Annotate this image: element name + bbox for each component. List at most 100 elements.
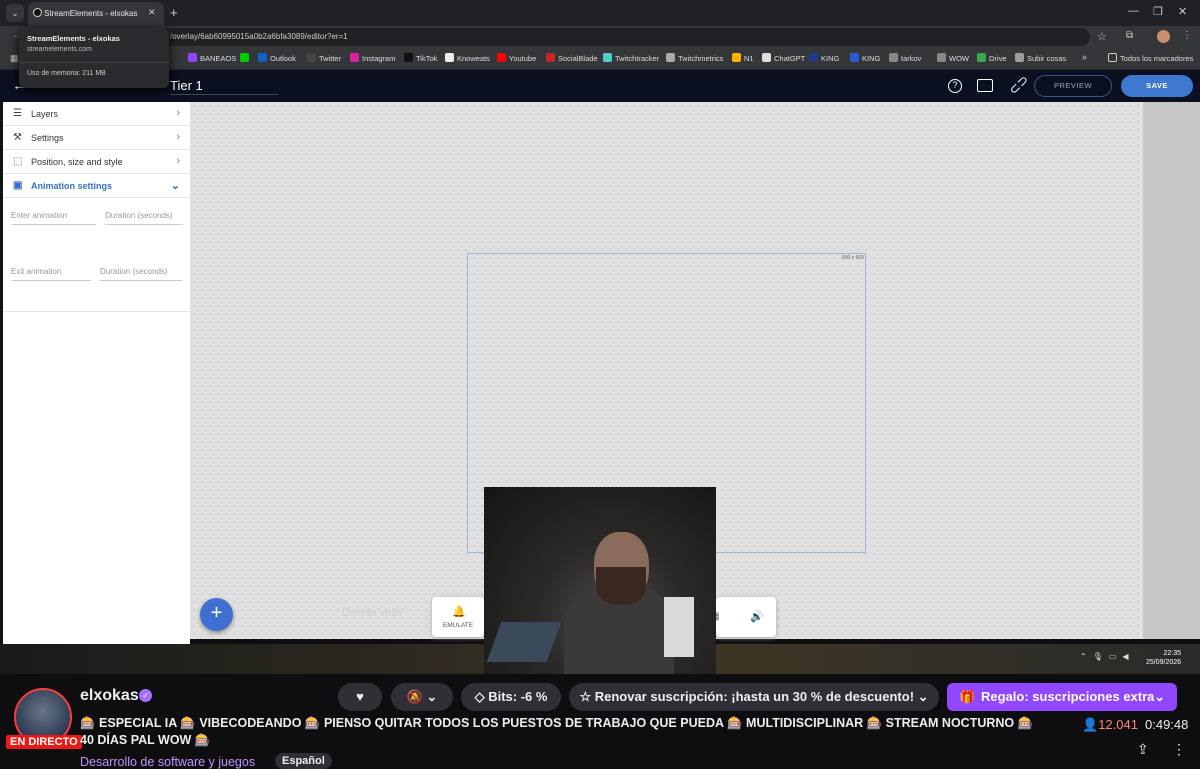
profile-avatar[interactable]: [1157, 30, 1170, 43]
bits-button[interactable]: ◇ Bits: -6 %: [461, 683, 561, 711]
tab-hover-card: StreamElements - elxokas streamelements.…: [19, 28, 169, 88]
bookmark-item[interactable]: BANEAOS: [188, 52, 236, 66]
webcam-person-beard: [596, 567, 646, 605]
bookmark-item[interactable]: Twitchmetrics: [666, 52, 723, 66]
exit-duration-label: Duration (seconds): [100, 267, 168, 276]
bookmark-label: Outlook: [270, 54, 296, 63]
bookmark-item[interactable]: Drive: [977, 52, 1007, 66]
chevron-down-icon: ⌄: [914, 689, 929, 704]
resubscribe-button[interactable]: ☆ Renovar suscripción: ¡hasta un 30 % de…: [569, 683, 939, 711]
language-tag[interactable]: Español: [275, 753, 332, 769]
url-field[interactable]: /overlay/6ab60995015a0b2a6bfa3089/editor…: [130, 28, 1090, 46]
bookmark-item[interactable]: N1: [732, 52, 754, 66]
bookmark-item[interactable]: tarkov: [889, 52, 921, 66]
tab-search-button[interactable]: ⌄: [6, 4, 24, 22]
bookmark-item[interactable]: KING: [850, 52, 880, 66]
minimize-window-button[interactable]: —: [1128, 5, 1139, 17]
chevron-down-icon: ⌄: [1154, 689, 1165, 704]
sidebar-item-position[interactable]: ⬚ Position, size and style ›: [3, 150, 190, 174]
bookmark-favicon-icon: [188, 53, 197, 62]
preview-button[interactable]: PREVIEW: [1034, 75, 1112, 97]
resize-icon: ⬚: [13, 156, 23, 167]
sidebar-item-layers[interactable]: ☰ Layers ›: [3, 102, 190, 126]
bookmark-star-icon[interactable]: ☆: [1097, 30, 1107, 43]
bookmark-item[interactable]: TikTok: [404, 52, 437, 66]
close-window-button[interactable]: ✕: [1178, 5, 1187, 18]
bookmark-favicon-icon: [937, 53, 946, 62]
bookmark-item[interactable]: Subir cosas: [1015, 52, 1066, 66]
gift-icon: 🎁: [959, 689, 976, 704]
stream-category[interactable]: Desarrollo de software y juegos: [80, 755, 255, 769]
save-button[interactable]: SAVE: [1121, 75, 1193, 97]
bookmark-item[interactable]: Outlook: [258, 52, 296, 66]
enter-animation-select[interactable]: Enter animation▼: [11, 211, 96, 225]
mic-icon[interactable]: 🎙: [1093, 652, 1109, 661]
follow-heart-button[interactable]: ♥: [338, 683, 382, 711]
bookmark-label: N1: [744, 54, 754, 63]
sidebar-item-settings[interactable]: ⚒ Settings ›: [3, 126, 190, 150]
webcam-background-object: [664, 597, 694, 657]
heart-icon: ♥: [356, 689, 364, 704]
overlay-title-input[interactable]: Tier 1: [170, 78, 278, 95]
bookmark-label: KING: [821, 54, 840, 63]
bookmark-item[interactable]: ChatGPT: [762, 52, 805, 66]
verified-icon: ✓: [139, 689, 152, 702]
bell-off-icon: 🔕: [406, 689, 423, 704]
bookmark-item[interactable]: SocialBlade: [546, 52, 598, 66]
resub-label: Renovar suscripción: ¡hasta un 30 % de d…: [594, 689, 915, 704]
bookmark-item[interactable]: Instagram: [350, 52, 395, 66]
bookmark-item[interactable]: Youtube: [497, 52, 536, 66]
more-options-icon[interactable]: ⋮: [1172, 741, 1186, 758]
more-bookmarks-icon[interactable]: »: [1082, 52, 1087, 62]
exit-animation-select[interactable]: Exit animation▼: [11, 267, 91, 281]
enter-duration-input[interactable]: Duration (seconds): [105, 211, 183, 225]
share-icon[interactable]: ⇪: [1137, 741, 1149, 758]
extensions-icon[interactable]: ⧉: [1126, 30, 1133, 41]
widget-store-icon[interactable]: [977, 79, 993, 92]
bookmark-item[interactable]: Twitter: [307, 52, 341, 66]
maximize-window-button[interactable]: ❐: [1153, 5, 1163, 18]
bookmark-label: BANEAOS: [200, 54, 237, 63]
volume-icon[interactable]: 🔊: [750, 610, 764, 623]
bookmark-favicon-icon: [546, 53, 555, 62]
bookmark-label: SocialBlade: [558, 54, 598, 63]
bookmark-item[interactable]: Knoweats: [445, 52, 490, 66]
hover-card-title: StreamElements - elxokas: [27, 34, 120, 43]
url-text: /overlay/6ab60995015a0b2a6bfa3089/editor…: [170, 32, 348, 41]
sidebar-item-animation[interactable]: ▣ Animation settings ⌄: [3, 174, 190, 198]
system-clock[interactable]: 22:35 25/09/2026: [1146, 649, 1181, 667]
chevron-up-icon[interactable]: ⌃: [1080, 652, 1093, 661]
browser-tab[interactable]: StreamElements - elxokas: [28, 2, 164, 26]
bookmark-favicon-icon: [497, 53, 506, 62]
gift-label: Regalo: suscripciones extra: [981, 689, 1155, 704]
bookmark-item[interactable]: WOW: [937, 52, 969, 66]
speaker-icon[interactable]: ◀: [1122, 652, 1134, 661]
sidebar-item-label: Position, size and style: [31, 157, 123, 167]
bookmark-item[interactable]: [240, 52, 252, 66]
help-icon[interactable]: ?: [948, 79, 962, 93]
network-icon[interactable]: ▭: [1109, 652, 1123, 661]
close-tab-icon[interactable]: ✕: [148, 7, 156, 18]
chevron-down-icon: ⌄: [170, 180, 180, 192]
chevron-right-icon: ›: [176, 131, 180, 143]
bookmark-item[interactable]: KING: [809, 52, 839, 66]
all-bookmarks-folder[interactable]: Todos los marcadores: [1108, 52, 1193, 66]
bookmark-label: Twitter: [319, 54, 342, 63]
browser-menu-icon[interactable]: ⋮: [1182, 30, 1192, 41]
enter-animation-label: Enter animation: [11, 211, 68, 220]
notifications-button[interactable]: 🔕 ⌄: [391, 683, 453, 711]
bookmark-favicon-icon: [603, 53, 612, 62]
add-widget-button[interactable]: +: [200, 598, 233, 631]
channel-name[interactable]: elxokas: [80, 687, 139, 705]
webcam-feed: [484, 487, 716, 674]
bookmark-label: TikTok: [416, 54, 438, 63]
bookmark-label: Twitchmetrics: [678, 54, 724, 63]
exit-duration-input[interactable]: Duration (seconds): [100, 267, 182, 281]
apps-grid-icon[interactable]: ▦: [10, 53, 19, 64]
gift-subs-button[interactable]: 🎁 Regalo: suscripciones extra ⌄: [947, 683, 1177, 711]
bookmark-favicon-icon: [732, 53, 741, 62]
new-tab-button[interactable]: +: [170, 5, 178, 20]
layers-icon: ☰: [13, 108, 22, 119]
chevron-right-icon: ›: [176, 155, 180, 167]
bookmark-item[interactable]: Twitchtracker: [603, 52, 659, 66]
